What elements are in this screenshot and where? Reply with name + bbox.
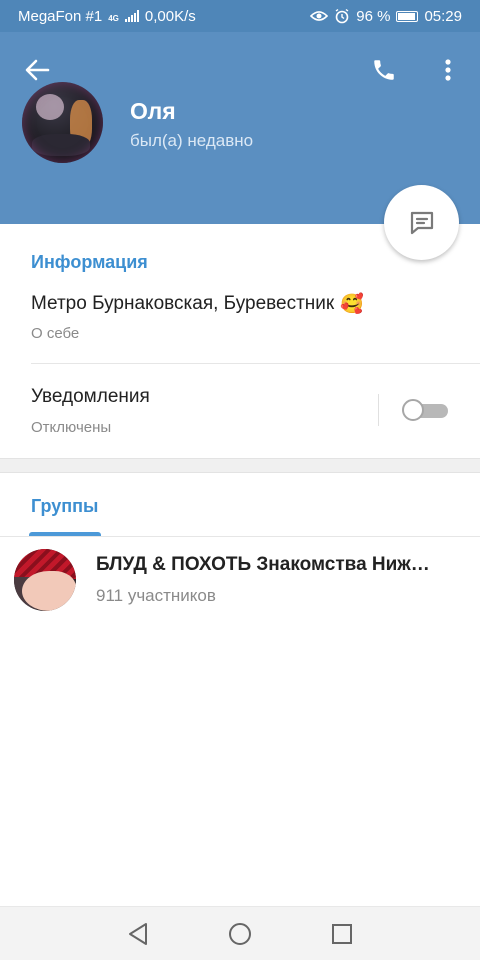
nav-back-button[interactable] [122,919,154,949]
eye-icon [310,11,329,21]
bio-emoji: 🥰 [340,293,364,315]
square-recents-icon [332,924,352,944]
notifications-status: Отключены [31,419,112,436]
group-name: БЛУД & ПОХОТЬ Знакомства Нижний Новгород [96,554,441,575]
nav-recents-button[interactable] [326,919,358,949]
group-avatar [14,549,76,611]
divider [0,536,480,537]
circle-home-icon [229,923,251,945]
bio-row[interactable]: Метро Бурнаковская, Буревестник 🥰 [31,292,364,316]
network-type: 4G [108,13,119,23]
battery-percent: 96 % [356,7,391,25]
section-separator [0,458,480,473]
divider [378,394,379,426]
message-icon [410,211,433,234]
carrier-label: MegaFon #1 [18,7,103,25]
bio-label: О себе [31,325,80,342]
profile-name: Оля [130,98,176,124]
arrow-left-icon [25,59,50,81]
profile-avatar[interactable] [22,82,103,163]
nav-home-button[interactable] [224,919,256,949]
alarm-icon [335,8,349,24]
signal-icon [124,10,139,22]
notifications-toggle[interactable] [402,399,448,421]
bio-text: Метро Бурнаковская, Буревестник [31,292,335,314]
phone-icon [374,60,394,80]
status-bar: MegaFon #1 4G 0,00K/s 96 % 05:29 [0,0,480,32]
last-seen-status: был(а) недавно [130,131,254,150]
more-options-button[interactable] [430,50,466,90]
info-section-title: Информация [31,252,148,272]
triangle-back-icon [129,923,147,945]
system-nav-bar [0,906,480,960]
battery-icon [396,10,419,22]
notifications-title: Уведомления [31,386,150,407]
send-message-button[interactable] [384,185,459,260]
clock: 05:29 [424,7,462,25]
network-speed: 0,00K/s [144,7,196,25]
tab-groups[interactable]: Группы [31,496,98,517]
call-button[interactable] [362,50,406,90]
more-vertical-icon [445,59,451,81]
notifications-row[interactable]: Уведомления Отключены [0,364,480,456]
list-item[interactable]: БЛУД & ПОХОТЬ Знакомства Нижний Новгород… [0,540,480,620]
group-member-count: 911 участников [96,586,216,605]
